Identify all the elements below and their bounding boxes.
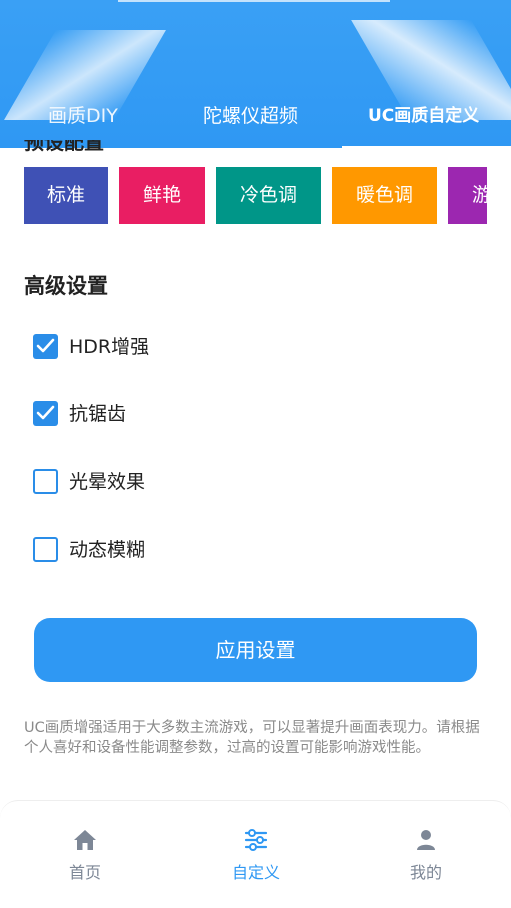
home-icon bbox=[74, 830, 96, 850]
option-label: 抗锯齿 bbox=[69, 403, 127, 425]
nav-custom[interactable]: 自定义 bbox=[206, 829, 306, 889]
checkbox-unchecked-icon[interactable] bbox=[33, 537, 58, 562]
apply-settings-button[interactable]: 应用设置 bbox=[34, 618, 477, 682]
preset-cool[interactable]: 冷色调 bbox=[216, 167, 321, 224]
checkbox-checked-icon[interactable] bbox=[33, 334, 58, 359]
tab-bar: 画质DIY 陀螺仪超频 UC画质自定义 bbox=[0, 100, 511, 132]
option-label: 光晕效果 bbox=[69, 471, 146, 493]
checkbox-checked-icon[interactable] bbox=[33, 401, 58, 426]
info-note: UC画质增强适用于大多数主流游戏，可以显著提升画面表现力。请根据个人喜好和设备性… bbox=[24, 720, 480, 756]
nav-mine[interactable]: 我的 bbox=[376, 829, 476, 889]
user-icon bbox=[417, 830, 435, 850]
advanced-settings-title: 高级设置 bbox=[24, 274, 108, 298]
nav-home[interactable]: 首页 bbox=[35, 829, 135, 889]
nav-mine-label: 我的 bbox=[409, 863, 442, 882]
bottom-nav: 首页 自定义 我的 bbox=[0, 800, 511, 908]
tab-quality-diy[interactable]: 画质DIY bbox=[48, 100, 118, 132]
option-label: 动态模糊 bbox=[69, 539, 146, 561]
preset-warm[interactable]: 暖色调 bbox=[332, 167, 437, 224]
tab-uc-quality-custom[interactable]: UC画质自定义 bbox=[368, 100, 479, 132]
preset-list: 标准 鲜艳 冷色调 暖色调 游 bbox=[24, 167, 487, 224]
header-top-line bbox=[118, 0, 390, 2]
sliders-icon bbox=[244, 829, 268, 851]
nav-custom-label: 自定义 bbox=[231, 863, 280, 882]
preset-section-title: 预设配置 bbox=[24, 140, 104, 152]
preset-vivid[interactable]: 鲜艳 bbox=[119, 167, 205, 224]
preset-game[interactable]: 游 bbox=[448, 167, 487, 224]
nav-home-label: 首页 bbox=[68, 863, 101, 882]
preset-standard[interactable]: 标准 bbox=[24, 167, 108, 224]
top-header: 画质DIY 陀螺仪超频 UC画质自定义 bbox=[0, 0, 511, 146]
preset-section-title-clipped: 预设配置 bbox=[24, 140, 344, 152]
option-label: HDR增强 bbox=[69, 336, 150, 358]
checkbox-unchecked-icon[interactable] bbox=[33, 469, 58, 494]
tab-gyro-overclock[interactable]: 陀螺仪超频 bbox=[203, 100, 298, 132]
